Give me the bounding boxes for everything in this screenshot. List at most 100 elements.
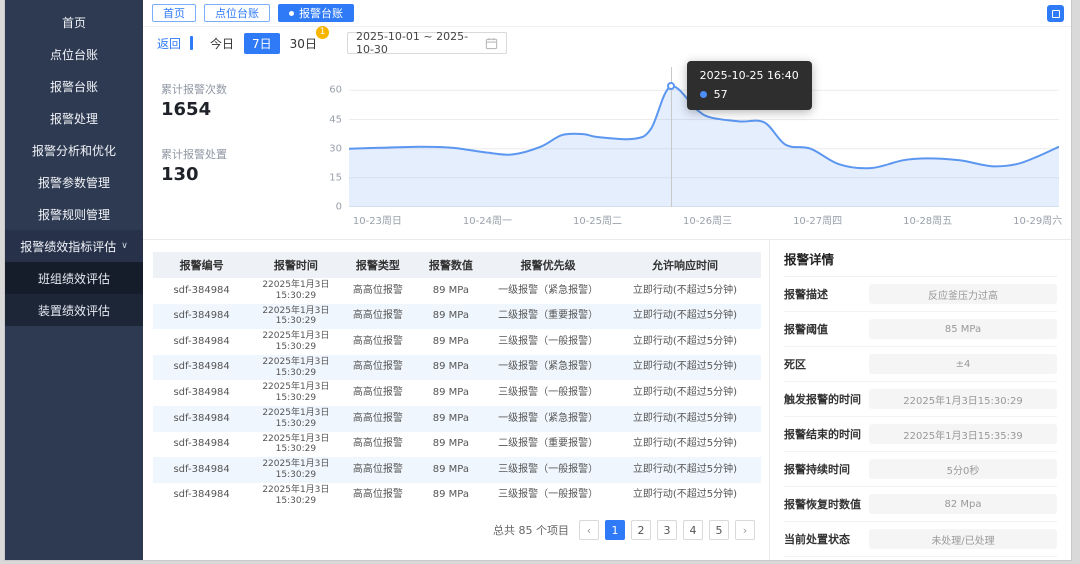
column-header: 报警时间 — [250, 252, 342, 278]
tab[interactable]: 点位台账 — [204, 4, 270, 22]
column-header: 报警类型 — [341, 252, 415, 278]
table-cell: 立即行动(不超过5分钟) — [632, 335, 738, 347]
sidebar-item[interactable]: 报警参数管理 — [5, 166, 143, 198]
tab[interactable]: 报警台账 — [278, 4, 354, 22]
table-head: 报警编号 报警时间 报警类型 报警数值 报警优先级 允许响应时间 — [153, 252, 761, 278]
column-header: 报警编号 — [153, 252, 251, 278]
table-cell: 22025年1月3日 15:30:29 — [262, 459, 330, 480]
table-cell: 22025年1月3日 15:30:29 — [262, 331, 330, 352]
sidebar-item[interactable]: 首页 — [5, 6, 143, 38]
table-row[interactable]: sdf-384984 22025年1月3日 15:30:29 高高位报警 89 MPa… — [153, 457, 761, 483]
detail-value: 22025年1月3日15:30:29 — [869, 389, 1057, 409]
app-window: 首页 点位台账 报警台账 报警处理 报警分析和优化 报警参数管理 报警规则管理 报警绩效指标评… — [4, 0, 1072, 561]
sidebar-item[interactable]: 报警台账 — [5, 70, 143, 102]
range-segment: 今日 7日 30日 1 — [202, 25, 329, 54]
page-button[interactable]: 4 — [683, 520, 703, 541]
detail-label: 报警持续时间 — [784, 463, 850, 476]
detail-value: 反应釜压力过高 — [869, 284, 1057, 304]
stat-value: 130 — [161, 164, 199, 185]
detail-row: 报警结束的时间 22025年1月3日15:35:39 — [784, 417, 1057, 452]
table-row[interactable]: sdf-384984 22025年1月3日 15:30:29 高高位报警 89 MPa… — [153, 354, 761, 381]
page-button[interactable]: 1 — [605, 520, 625, 541]
table-cell: sdf-384984 — [173, 386, 230, 398]
prev-page-button[interactable]: ‹ — [579, 520, 599, 541]
range-button[interactable]: 30日 1 — [282, 25, 329, 54]
table-cell: 立即行动(不超过5分钟) — [632, 438, 738, 450]
detail-value: 85 MPa — [869, 319, 1057, 339]
page-button[interactable]: 5 — [709, 520, 729, 541]
calendar-icon — [485, 37, 498, 49]
sidebar-subitem[interactable]: 班组绩效评估 — [5, 262, 143, 294]
column-header: 报警优先级 — [487, 252, 609, 278]
table-cell: sdf-384984 — [173, 438, 230, 450]
detail-label: 触发报警的时间 — [784, 393, 861, 406]
pagination: 总共 85 个项目 ‹ 1 2 3 4 5 › — [153, 520, 761, 541]
x-tick-label: 10-23周日 — [352, 216, 402, 227]
table-row[interactable]: sdf-384984 22025年1月3日 15:30:29 高高位报警 89 MPa… — [153, 329, 761, 355]
range-button[interactable]: 今日 — [202, 33, 242, 54]
table-cell: 89 MPa — [432, 335, 469, 347]
sidebar: 首页点位台账 报警台账 报警处理 报警分析和优化报警参数管理报警规则管理 报警绩效指标评… — [5, 0, 143, 560]
series-dot-icon — [699, 91, 707, 98]
tooltip-value-row: 57 — [699, 88, 799, 101]
table-row[interactable]: sdf-384984 22025年1月3日 15:30:29 高高位报警 89 MPa… — [153, 303, 761, 330]
table-cell: sdf-384984 — [173, 412, 230, 424]
sidebar-item[interactable]: 报警绩效指标评估 ∨ — [5, 230, 143, 262]
detail-label: 报警阈值 — [784, 323, 828, 336]
panel-toggle-button[interactable] — [1047, 5, 1064, 22]
table-cell: sdf-384984 — [173, 310, 230, 322]
sidebar-subitem[interactable]: 装置绩效评估 — [5, 294, 143, 326]
table-cell: 一级报警（紧急报警） — [498, 284, 599, 296]
detail-row: 当前处置状态 未处理/已处理 — [784, 522, 1057, 557]
table-row[interactable]: sdf-384984 22025年1月3日 15:30:29 高高位报警 89 MPa… — [153, 278, 761, 304]
table-row[interactable]: sdf-384984 22025年1月3日 15:30:29 高高位报警 89 MPa… — [153, 483, 761, 509]
sidebar-item[interactable]: 报警处理 — [5, 102, 143, 134]
table-cell: 三级报警（一般报警） — [498, 489, 599, 501]
stat-label: 累计报警处置 — [161, 148, 227, 161]
back-button[interactable]: 返回 — [157, 35, 181, 52]
table-row[interactable]: sdf-384984 22025年1月3日 15:30:29 高高位报警 89 MPa… — [153, 405, 761, 432]
table-cell: 立即行动(不超过5分钟) — [632, 489, 738, 501]
table-row[interactable]: sdf-384984 22025年1月3日 15:30:29 高高位报警 89 MPa… — [153, 432, 761, 458]
x-tick-label: 10-28周五 — [903, 216, 953, 227]
table-cell: 22025年1月3日 15:30:29 — [262, 280, 330, 301]
table-cell: 高高位报警 — [352, 463, 403, 475]
detail-value: ±4 — [869, 354, 1057, 374]
detail-row: 报警描述 反应釜压力过高 — [784, 277, 1057, 312]
table-cell: sdf-384984 — [173, 361, 230, 373]
table-cell: 89 MPa — [432, 284, 469, 296]
chevron-down-icon: ∨ — [121, 241, 128, 251]
sidebar-item[interactable]: 点位台账 — [5, 38, 143, 70]
page-button[interactable]: 2 — [631, 520, 651, 541]
sidebar-item[interactable]: 报警规则管理 — [5, 198, 143, 230]
table-cell: 22025年1月3日 15:30:29 — [262, 433, 330, 455]
chart-controls: 返回 今日 7日 30日 1 2025-10-01 ~ 2025-10-30 — [143, 25, 1071, 59]
table-cell: 立即行动(不超过5分钟) — [632, 310, 738, 322]
table-cell: sdf-384984 — [173, 463, 230, 475]
tab[interactable]: 首页 — [152, 4, 196, 22]
detail-rows: 报警描述 反应釜压力过高 报警阈值 85 MPa 死区 ±4 触发报警的时间 22025年1月… — [784, 277, 1057, 560]
table-cell: 二级报警（重要报警） — [498, 438, 599, 450]
alarm-trend-section: 返回 今日 7日 30日 1 2025-10-01 ~ 2025-10-30 累计报警… — [143, 25, 1071, 233]
table-cell: 二级报警（重要报警） — [498, 310, 599, 322]
table-header-row: 报警编号 报警时间 报警类型 报警数值 报警优先级 允许响应时间 — [153, 252, 761, 278]
table-row[interactable]: sdf-384984 22025年1月3日 15:30:29 高高位报警 89 MPa… — [153, 380, 761, 406]
detail-row: 是否按时处理未按时处理/按时处理 — [784, 557, 1057, 560]
page-button[interactable]: 3 — [657, 520, 677, 541]
tooltip-date: 2025-10-25 16:40 — [699, 69, 799, 82]
sidebar-item-label: 报警参数管理 — [37, 175, 110, 190]
sidebar-item-label: 首页 — [61, 15, 86, 30]
alarm-trend-chart[interactable]: 0 15 30 45 60 2025-10-25 16:40 57 10-23周日 10-… — [319, 59, 1062, 233]
stat: 累计报警次数 1654 — [161, 81, 319, 120]
range-button[interactable]: 7日 — [244, 32, 280, 54]
table-cell: 89 MPa — [432, 361, 469, 373]
tooltip-value: 57 — [713, 88, 728, 101]
next-page-button[interactable]: › — [735, 520, 755, 541]
alarm-table-section: 报警编号 报警时间 报警类型 报警数值 报警优先级 允许响应时间 sdf-384984 22… — [143, 240, 769, 560]
detail-value: 22025年1月3日15:35:39 — [869, 424, 1057, 444]
sidebar-item[interactable]: 报警分析和优化 — [5, 134, 143, 166]
table-cell: 高高位报警 — [352, 412, 403, 424]
table-cell: 高高位报警 — [352, 335, 403, 347]
date-range-picker[interactable]: 2025-10-01 ~ 2025-10-30 — [346, 30, 507, 56]
chart-tooltip: 2025-10-25 16:40 57 — [686, 61, 812, 110]
